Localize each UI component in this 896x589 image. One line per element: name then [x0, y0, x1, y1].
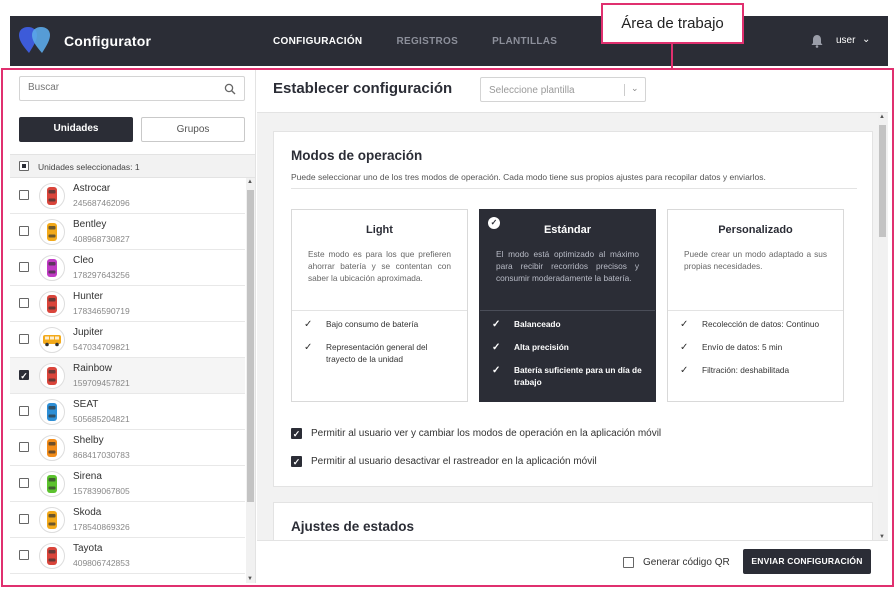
work-area-callout: Área de trabajo	[601, 3, 744, 44]
app-window: Configurator CONFIGURACIÓN REGISTROS PLA…	[0, 0, 896, 589]
main-nav: CONFIGURACIÓN REGISTROS PLANTILLAS	[273, 36, 557, 47]
top-navigation-bar: Configurator CONFIGURACIÓN REGISTROS PLA…	[10, 16, 888, 66]
nav-tab-registros[interactable]: REGISTROS	[396, 36, 458, 47]
callout-label: Área de trabajo	[621, 15, 724, 32]
notification-bell-icon[interactable]	[810, 34, 824, 48]
user-menu-label[interactable]: user	[836, 35, 855, 46]
nav-tab-plantillas[interactable]: PLANTILLAS	[492, 36, 557, 47]
work-area-highlight	[1, 68, 894, 587]
nav-tab-configuracion[interactable]: CONFIGURACIÓN	[273, 36, 362, 47]
brand-name: Configurator	[64, 33, 152, 49]
chevron-down-icon[interactable]: ⌄	[862, 34, 870, 45]
configurator-logo-icon	[19, 27, 50, 53]
callout-connector	[671, 44, 673, 68]
